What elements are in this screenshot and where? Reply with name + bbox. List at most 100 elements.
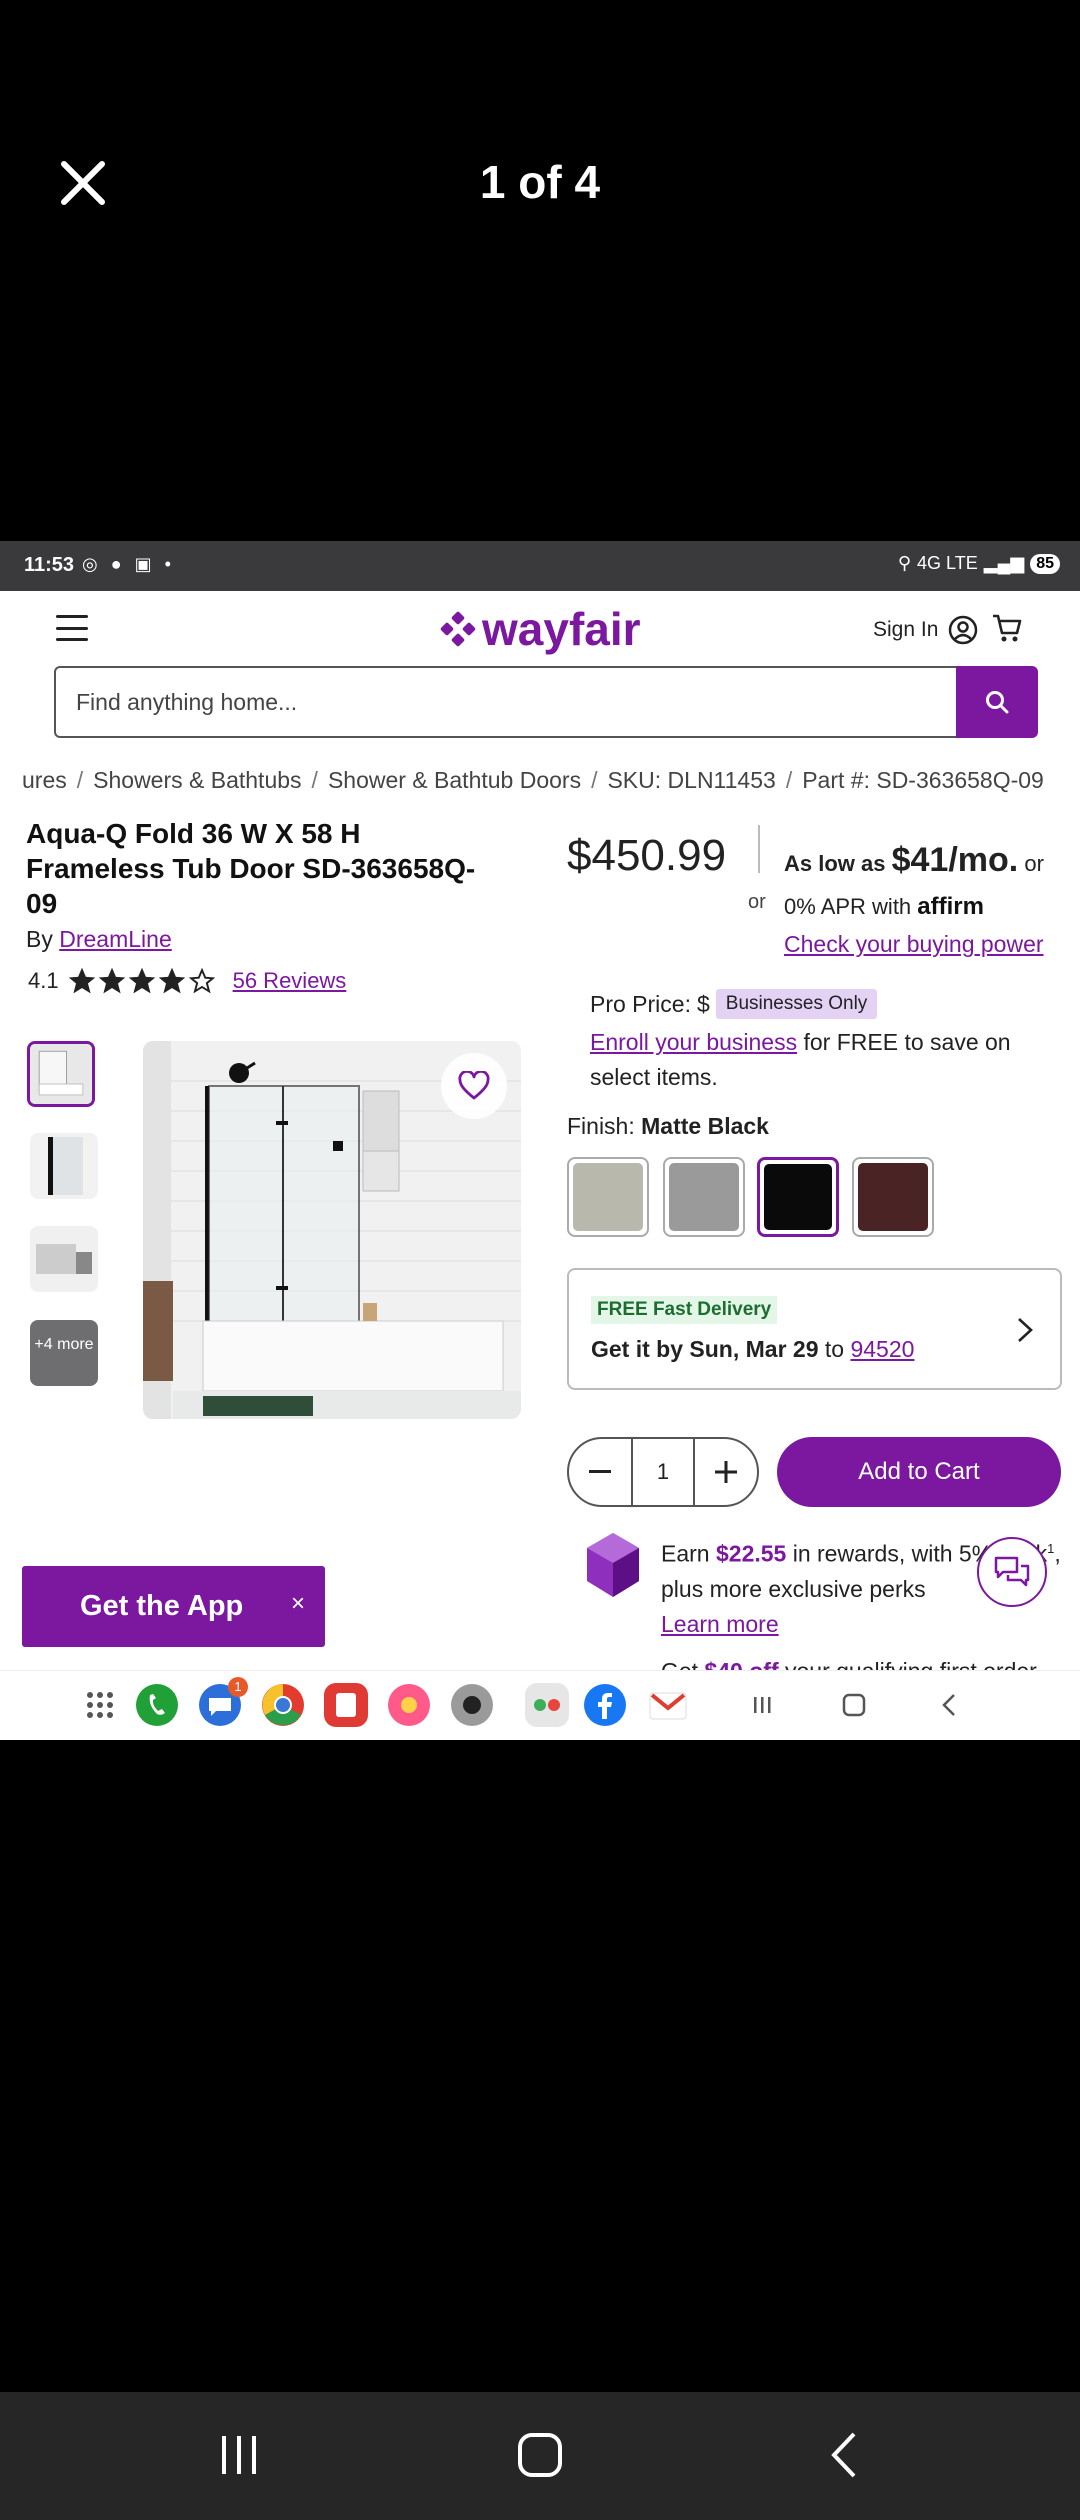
swatch-color bbox=[573, 1163, 643, 1231]
finish-selected: Matte Black bbox=[641, 1113, 769, 1139]
thumbnail-image bbox=[30, 1044, 92, 1104]
breadcrumb-item[interactable]: Shower & Bathtub Doors bbox=[328, 767, 581, 793]
messages-badge: 1 bbox=[228, 1677, 248, 1697]
app-drawer-icon[interactable] bbox=[80, 1683, 120, 1727]
increase-quantity-button[interactable] bbox=[695, 1439, 757, 1505]
delivery-zip-link[interactable]: 94520 bbox=[850, 1336, 914, 1362]
financing-offer: As low as $41/mo. or bbox=[784, 841, 1044, 880]
logo-text: wayfair bbox=[482, 603, 641, 655]
as-low-as-label: As low as bbox=[784, 851, 886, 876]
breadcrumb-sku: SKU: DLN11453 bbox=[607, 767, 776, 793]
plus-icon bbox=[715, 1461, 737, 1483]
thumbnail-1[interactable] bbox=[27, 1041, 95, 1107]
finish-swatch-chrome[interactable] bbox=[663, 1157, 745, 1237]
minus-icon bbox=[589, 1470, 611, 1473]
cart-icon[interactable] bbox=[990, 611, 1024, 645]
gmail-app-icon[interactable] bbox=[646, 1683, 690, 1727]
decrease-quantity-button[interactable] bbox=[569, 1439, 631, 1505]
delivery-text: Get it by Sun, Mar 29 to 94520 bbox=[591, 1336, 914, 1363]
businesses-only-badge: Businesses Only bbox=[715, 989, 878, 1019]
sign-in-button[interactable]: Sign In bbox=[873, 615, 978, 645]
reviews-link[interactable]: 56 Reviews bbox=[233, 968, 347, 994]
enroll-text: Enroll your business for FREE to save on… bbox=[590, 1025, 1030, 1095]
chrome-app-icon[interactable] bbox=[261, 1683, 305, 1727]
star-filled-icon bbox=[68, 968, 95, 994]
delivery-to: to bbox=[824, 1336, 845, 1362]
monthly-or: or bbox=[1024, 851, 1044, 876]
facebook-app-icon[interactable] bbox=[583, 1683, 627, 1727]
finish-label-text: Finish: bbox=[567, 1113, 635, 1139]
chevron-right-icon bbox=[1018, 1318, 1033, 1342]
finish-swatch-bronze[interactable] bbox=[852, 1157, 934, 1237]
thumbnail-3[interactable] bbox=[30, 1226, 98, 1292]
gallery-app-icon[interactable] bbox=[387, 1683, 431, 1727]
recents-nav-icon[interactable] bbox=[740, 1683, 784, 1727]
recents-button[interactable] bbox=[214, 2430, 264, 2480]
search-bar bbox=[54, 666, 1038, 738]
camera-app-icon[interactable] bbox=[450, 1683, 494, 1727]
back-nav-icon[interactable] bbox=[928, 1683, 972, 1727]
product-title: Aqua-Q Fold 36 W X 58 H Frameless Tub Do… bbox=[26, 818, 476, 919]
sign-in-label: Sign In bbox=[873, 618, 939, 641]
favorite-button[interactable] bbox=[441, 1053, 507, 1119]
brand-line: By DreamLine bbox=[26, 926, 172, 953]
location-icon: ⚲ bbox=[897, 553, 912, 573]
apr-label: 0% APR with bbox=[784, 894, 912, 919]
folder-icon[interactable] bbox=[525, 1683, 569, 1727]
search-button[interactable] bbox=[956, 666, 1038, 738]
rewards-amount: $22.55 bbox=[715, 1540, 787, 1567]
finish-swatch-brushed-nickel[interactable] bbox=[567, 1157, 649, 1237]
delivery-card[interactable]: FREE Fast Delivery Get it by Sun, Mar 29… bbox=[567, 1268, 1062, 1390]
learn-more-link[interactable]: Learn more bbox=[661, 1611, 779, 1637]
monthly-amount: $41/mo. bbox=[891, 841, 1019, 879]
quantity-value[interactable]: 1 bbox=[631, 1439, 695, 1505]
close-app-banner-button[interactable]: × bbox=[291, 1590, 305, 1618]
search-icon bbox=[986, 691, 1009, 714]
star-empty-icon bbox=[188, 968, 215, 994]
chat-button[interactable] bbox=[977, 1537, 1047, 1607]
app-dock: 1 bbox=[0, 1670, 1080, 1740]
status-time: 11:53 bbox=[24, 554, 75, 576]
breadcrumb-part: Part #: SD-363658Q-09 bbox=[802, 767, 1044, 793]
brand-link[interactable]: DreamLine bbox=[59, 926, 172, 952]
back-button[interactable] bbox=[820, 2430, 870, 2480]
home-nav-icon[interactable] bbox=[832, 1683, 876, 1727]
menu-icon[interactable] bbox=[56, 615, 88, 641]
buying-power-link[interactable]: Check your buying power bbox=[784, 931, 1044, 958]
pro-price: Pro Price: $ Businesses Only bbox=[590, 989, 878, 1019]
heart-icon bbox=[458, 1071, 490, 1100]
get-the-app-banner[interactable]: Get the App × bbox=[22, 1566, 325, 1647]
phone-app-icon[interactable] bbox=[135, 1683, 179, 1727]
top-bar: wayfair Sign In bbox=[0, 593, 1080, 665]
add-to-cart-button[interactable]: Add to Cart bbox=[777, 1437, 1061, 1507]
thumbnail-more[interactable]: +4 more bbox=[30, 1320, 98, 1386]
thumbnail-2[interactable] bbox=[30, 1133, 98, 1199]
wayfair-logo[interactable]: wayfair bbox=[440, 603, 641, 655]
get-the-app-label: Get the App bbox=[80, 1590, 244, 1622]
delivery-date: Get it by Sun, Mar 29 bbox=[591, 1336, 819, 1362]
swatch-color bbox=[858, 1163, 928, 1231]
rewards-earn: Earn bbox=[661, 1540, 710, 1567]
pro-price-value: $ bbox=[696, 990, 710, 1017]
finish-swatch-matte-black[interactable] bbox=[757, 1157, 839, 1237]
notes-app-icon[interactable] bbox=[324, 1683, 368, 1727]
search-input[interactable] bbox=[76, 682, 976, 722]
apr-line: 0% APR with affirm bbox=[784, 893, 984, 921]
affirm-logo: affirm bbox=[917, 893, 984, 920]
star-filled-icon bbox=[158, 968, 185, 994]
rewards-gem-icon bbox=[587, 1533, 639, 1597]
swatch-color bbox=[764, 1164, 832, 1230]
rating-row: 4.1 56 Reviews bbox=[28, 968, 346, 994]
status-right: ⚲ 4G LTE ▂▄▆ 85 bbox=[898, 553, 1060, 574]
finish-label: Finish: Matte Black bbox=[567, 1113, 769, 1140]
home-button[interactable] bbox=[515, 2430, 565, 2480]
price-divider bbox=[758, 825, 760, 873]
product-price: $450.99 bbox=[567, 831, 727, 880]
breadcrumb-item[interactable]: Showers & Bathtubs bbox=[93, 767, 301, 793]
screenshot: 11:53 ◎ ● ▣ • ⚲ 4G LTE ▂▄▆ 85 wayfair Si… bbox=[0, 541, 1080, 1740]
rating-value: 4.1 bbox=[28, 968, 59, 993]
star-filled-icon bbox=[128, 968, 155, 994]
breadcrumb-item[interactable]: ures bbox=[22, 767, 67, 793]
enroll-link[interactable]: Enroll your business bbox=[590, 1029, 797, 1055]
swatch-color bbox=[669, 1163, 739, 1231]
